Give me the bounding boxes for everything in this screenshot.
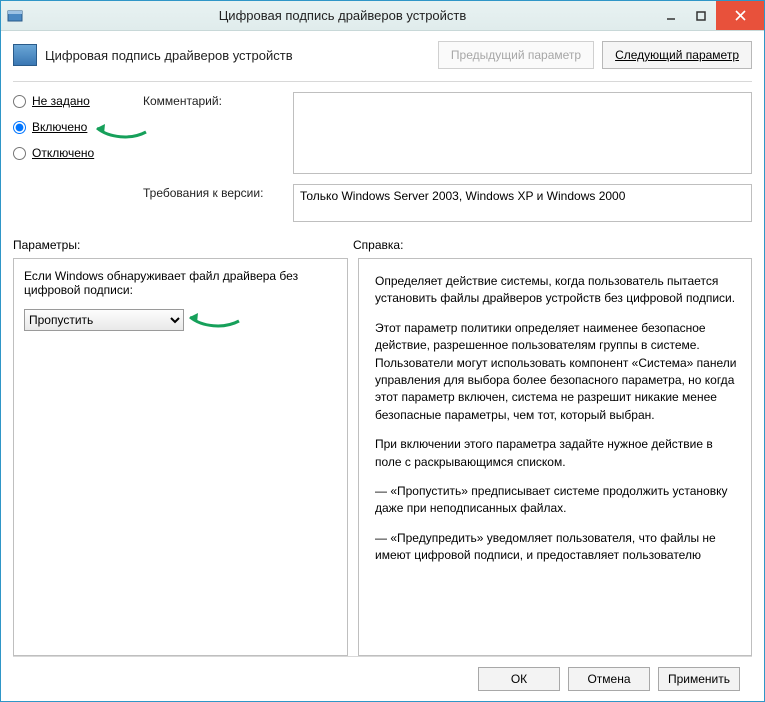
comment-label: Комментарий: [143,92,293,108]
help-paragraph: При включении этого параметра задайте ну… [375,436,739,471]
params-section-label: Параметры: [13,238,353,252]
help-panel[interactable]: Определяет действие системы, когда польз… [358,258,752,656]
action-dropdown[interactable]: Пропустить [24,309,184,331]
radio-enabled-label: Включено [32,120,87,134]
annotation-arrow-2 [184,307,244,331]
minimize-button[interactable] [656,1,686,30]
next-setting-button[interactable]: Следующий параметр [602,41,752,69]
policy-editor-window: Цифровая подпись драйверов устройств Циф… [0,0,765,702]
section-labels: Параметры: Справка: [13,238,752,252]
close-button[interactable] [716,1,764,30]
version-requirements-box[interactable]: Только Windows Server 2003, Windows XP и… [293,184,752,222]
previous-setting-button: Предыдущий параметр [438,41,594,69]
radio-disabled-input[interactable] [13,147,26,160]
settings-top-grid: Не задано Включено Отключено Комментарий… [13,92,752,222]
content-area: Цифровая подпись драйверов устройств Пре… [1,31,764,701]
param-prompt: Если Windows обнаруживает файл драйвера … [24,269,337,297]
window-controls [656,1,764,30]
ok-button[interactable]: ОК [478,667,560,691]
radio-enabled[interactable]: Включено [13,120,143,134]
help-paragraph: — «Предупредить» уведомляет пользователя… [375,530,739,565]
state-radio-group: Не задано Включено Отключено [13,92,143,160]
maximize-button[interactable] [686,1,716,30]
help-paragraph: — «Пропустить» предписывает системе прод… [375,483,739,518]
radio-not-configured-input[interactable] [13,95,26,108]
radio-disabled[interactable]: Отключено [13,146,143,160]
parameters-panel: Если Windows обнаруживает файл драйвера … [13,258,348,656]
window-icon [7,8,23,24]
comment-textarea[interactable] [293,92,752,174]
version-requirements-text: Только Windows Server 2003, Windows XP и… [300,189,625,203]
radio-not-configured-label: Не задано [32,94,90,108]
apply-button[interactable]: Применить [658,667,740,691]
radio-enabled-input[interactable] [13,121,26,134]
help-text: Определяет действие системы, когда польз… [369,269,749,580]
page-title: Цифровая подпись драйверов устройств [45,48,293,63]
help-paragraph: Определяет действие системы, когда польз… [375,273,739,308]
radio-disabled-label: Отключено [32,146,94,160]
help-paragraph: Этот параметр политики определяет наимен… [375,320,739,424]
radio-not-configured[interactable]: Не задано [13,94,143,108]
button-bar: ОК Отмена Применить [13,656,752,701]
titlebar: Цифровая подпись драйверов устройств [1,1,764,31]
lower-panels: Если Windows обнаруживает файл драйвера … [13,258,752,656]
window-title: Цифровая подпись драйверов устройств [29,8,656,23]
cancel-button[interactable]: Отмена [568,667,650,691]
separator [13,81,752,82]
version-label: Требования к версии: [143,184,293,200]
help-section-label: Справка: [353,238,752,252]
policy-icon [13,44,37,66]
header-row: Цифровая подпись драйверов устройств Пре… [13,41,752,69]
